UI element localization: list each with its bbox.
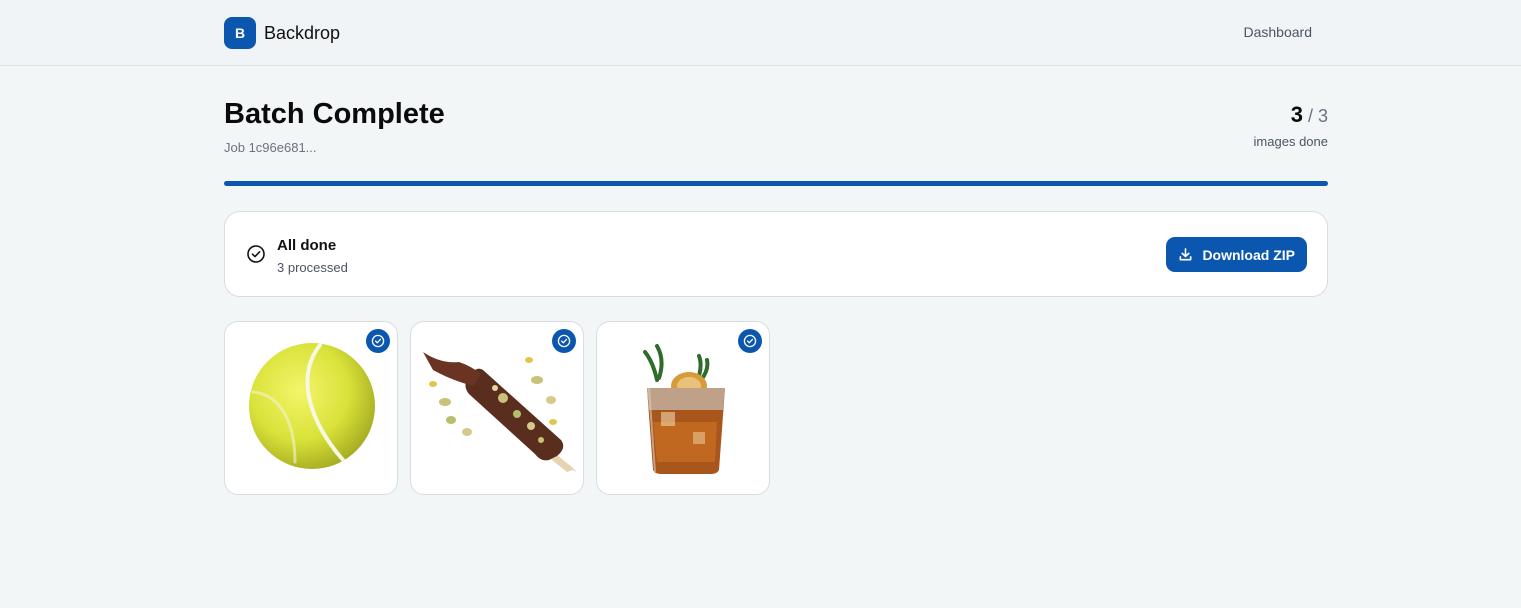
thumbnail-done-badge	[552, 329, 576, 353]
status-card: All done 3 processed Download ZIP	[224, 211, 1328, 297]
check-circle-icon	[371, 334, 385, 348]
top-nav-bar: B Backdrop Dashboard	[0, 0, 1521, 66]
thumbnail-done-badge	[738, 329, 762, 353]
thumbnail-ice-cream-bar[interactable]	[410, 321, 584, 495]
app-logo[interactable]: B Backdrop	[224, 17, 340, 49]
check-circle-icon	[743, 334, 757, 348]
thumbnail-cocktail[interactable]	[596, 321, 770, 495]
app-name: Backdrop	[264, 22, 341, 43]
progress-bar-fill	[224, 181, 1328, 186]
thumbnail-tennis-ball[interactable]	[224, 321, 398, 495]
counter-line: 3 / 3	[1254, 102, 1328, 128]
download-zip-label: Download ZIP	[1202, 246, 1295, 263]
check-circle-icon	[557, 334, 571, 348]
check-circle-icon	[247, 245, 265, 263]
job-id: Job 1c96e681...	[224, 140, 317, 155]
download-zip-button[interactable]: Download ZIP	[1166, 237, 1307, 272]
thumbnail-grid	[224, 321, 770, 495]
status-title: All done	[277, 237, 337, 254]
total-count: / 3	[1302, 106, 1328, 126]
done-count: 3	[1290, 102, 1303, 127]
counter-label: images done	[1253, 134, 1328, 149]
progress-bar	[224, 181, 1328, 186]
status-subtitle: 3 processed	[277, 260, 348, 275]
download-icon	[1179, 248, 1192, 261]
images-done-counter: 3 / 3 images done	[1254, 102, 1328, 149]
logo-badge: B	[224, 17, 256, 49]
thumbnail-done-badge	[366, 329, 390, 353]
page-title: Batch Complete	[224, 98, 445, 130]
nav-link-dashboard[interactable]: Dashboard	[1244, 24, 1313, 40]
